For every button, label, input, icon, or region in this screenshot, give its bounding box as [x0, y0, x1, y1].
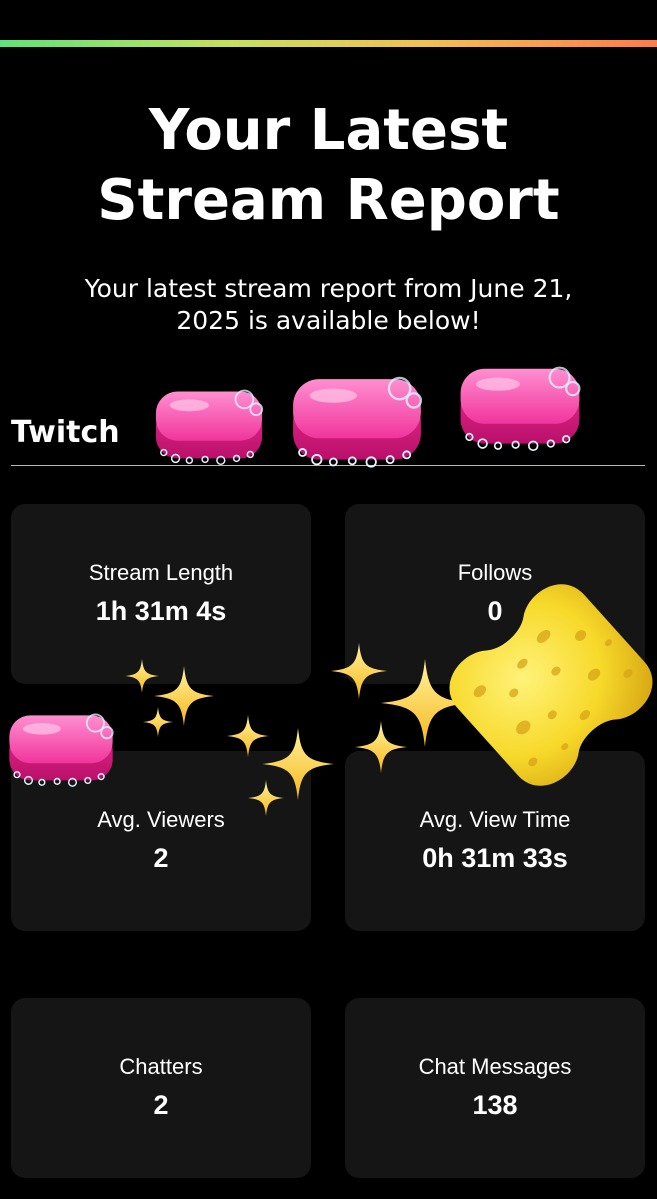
soap-icon — [291, 376, 423, 468]
page-title-line-2: Stream Report — [97, 168, 560, 233]
top-gradient-bar — [0, 40, 657, 47]
stat-card-stream-length: Stream Length 1h 31m 4s — [11, 504, 311, 684]
soap-icon — [154, 389, 264, 466]
stat-value: 0h 31m 33s — [422, 843, 568, 873]
stat-label: Follows — [457, 560, 533, 585]
page-subtitle-line-1: Your latest stream report from June 21, — [84, 274, 573, 303]
stat-card-chat-messages: Chat Messages 138 — [345, 998, 645, 1178]
stat-card-chatters: Chatters 2 — [11, 998, 311, 1178]
stat-card-avg-viewers: Avg. Viewers 2 — [11, 751, 311, 931]
page-subtitle-line-2: 2025 is available below! — [176, 306, 481, 335]
soap-icon — [459, 366, 581, 452]
stat-card-avg-view-time: Avg. View Time 0h 31m 33s — [345, 751, 645, 931]
stat-label: Stream Length — [88, 560, 234, 585]
section-divider — [11, 465, 645, 466]
stat-label: Chat Messages — [418, 1054, 572, 1079]
stat-value: 0 — [487, 596, 503, 626]
stat-value: 2 — [153, 843, 169, 873]
stat-label: Avg. Viewers — [97, 807, 225, 832]
stat-label: Chatters — [119, 1054, 203, 1079]
stat-value: 2 — [153, 1090, 169, 1120]
stat-value: 138 — [472, 1090, 518, 1120]
platform-heading: Twitch — [11, 415, 120, 450]
page-title-line-1: Your Latest — [148, 98, 509, 163]
page-title: Your Latest Stream Report — [0, 96, 657, 236]
stat-value: 1h 31m 4s — [95, 596, 227, 626]
stat-card-follows: Follows 0 — [345, 504, 645, 684]
stat-label: Avg. View Time — [419, 807, 571, 832]
page-subtitle: Your latest stream report from June 21, … — [40, 273, 617, 337]
